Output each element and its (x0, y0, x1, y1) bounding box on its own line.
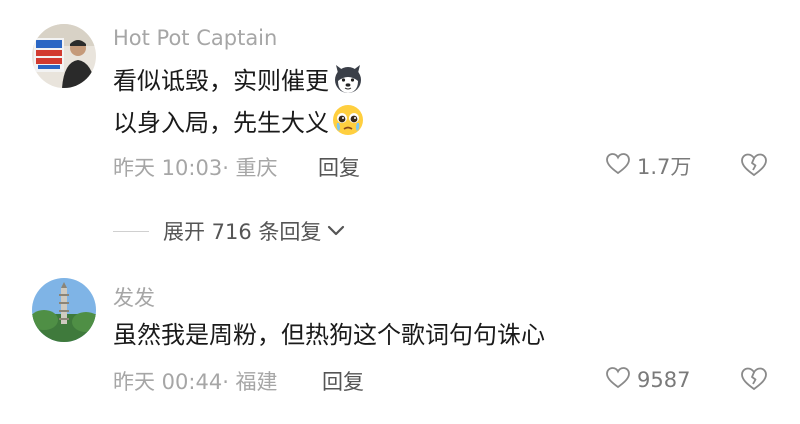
pleading-face-emoji-icon (331, 103, 365, 137)
expand-replies-button[interactable]: 展开 716 条回复 (113, 215, 345, 247)
avatar-image (32, 278, 96, 342)
comment-item: Hot Pot Captain 看似诋毁，实则催更 以身入局，先生大义 昨天 1… (0, 0, 800, 200)
like-count: 1.7万 (637, 155, 692, 179)
dislike-button[interactable] (740, 152, 768, 182)
like-button[interactable]: 1.7万 (605, 152, 691, 180)
comment-text-line: 以身入局，先生大义 (113, 102, 365, 138)
comment-text: 虽然我是周粉，但热狗这个歌词句句诛心 (113, 320, 545, 349)
broken-heart-icon (740, 153, 768, 182)
divider (113, 230, 149, 232)
like-button[interactable]: 9587 (605, 366, 690, 394)
reply-button[interactable]: 回复 (322, 366, 364, 396)
comment-meta: 昨天 00:44· 福建 (113, 370, 278, 394)
dislike-button[interactable] (740, 366, 768, 396)
broken-heart-icon (740, 367, 768, 396)
comment-text-line: 虽然我是周粉，但热狗这个歌词句句诛心 (113, 314, 545, 350)
username[interactable]: 发发 (113, 282, 155, 312)
username[interactable]: Hot Pot Captain (113, 26, 277, 50)
comment-item: 发发 虽然我是周粉，但热狗这个歌词句句诛心 昨天 00:44· 福建 回复 95… (0, 270, 800, 424)
husky-dog-emoji-icon (331, 61, 365, 95)
reply-button[interactable]: 回复 (318, 152, 360, 182)
expand-replies-label: 展开 716 条回复 (163, 220, 322, 244)
comment-text: 看似诋毁，实则催更 (113, 66, 329, 95)
avatar-image (32, 24, 96, 88)
avatar[interactable] (32, 278, 96, 342)
avatar[interactable] (32, 24, 96, 88)
comment-text-line: 看似诋毁，实则催更 (113, 60, 365, 96)
like-count: 9587 (637, 368, 691, 392)
chevron-down-icon (327, 222, 345, 241)
comment-text: 以身入局，先生大义 (113, 108, 329, 137)
heart-icon (605, 152, 631, 180)
heart-icon (605, 366, 631, 394)
comment-meta: 昨天 10:03· 重庆 (113, 156, 278, 180)
